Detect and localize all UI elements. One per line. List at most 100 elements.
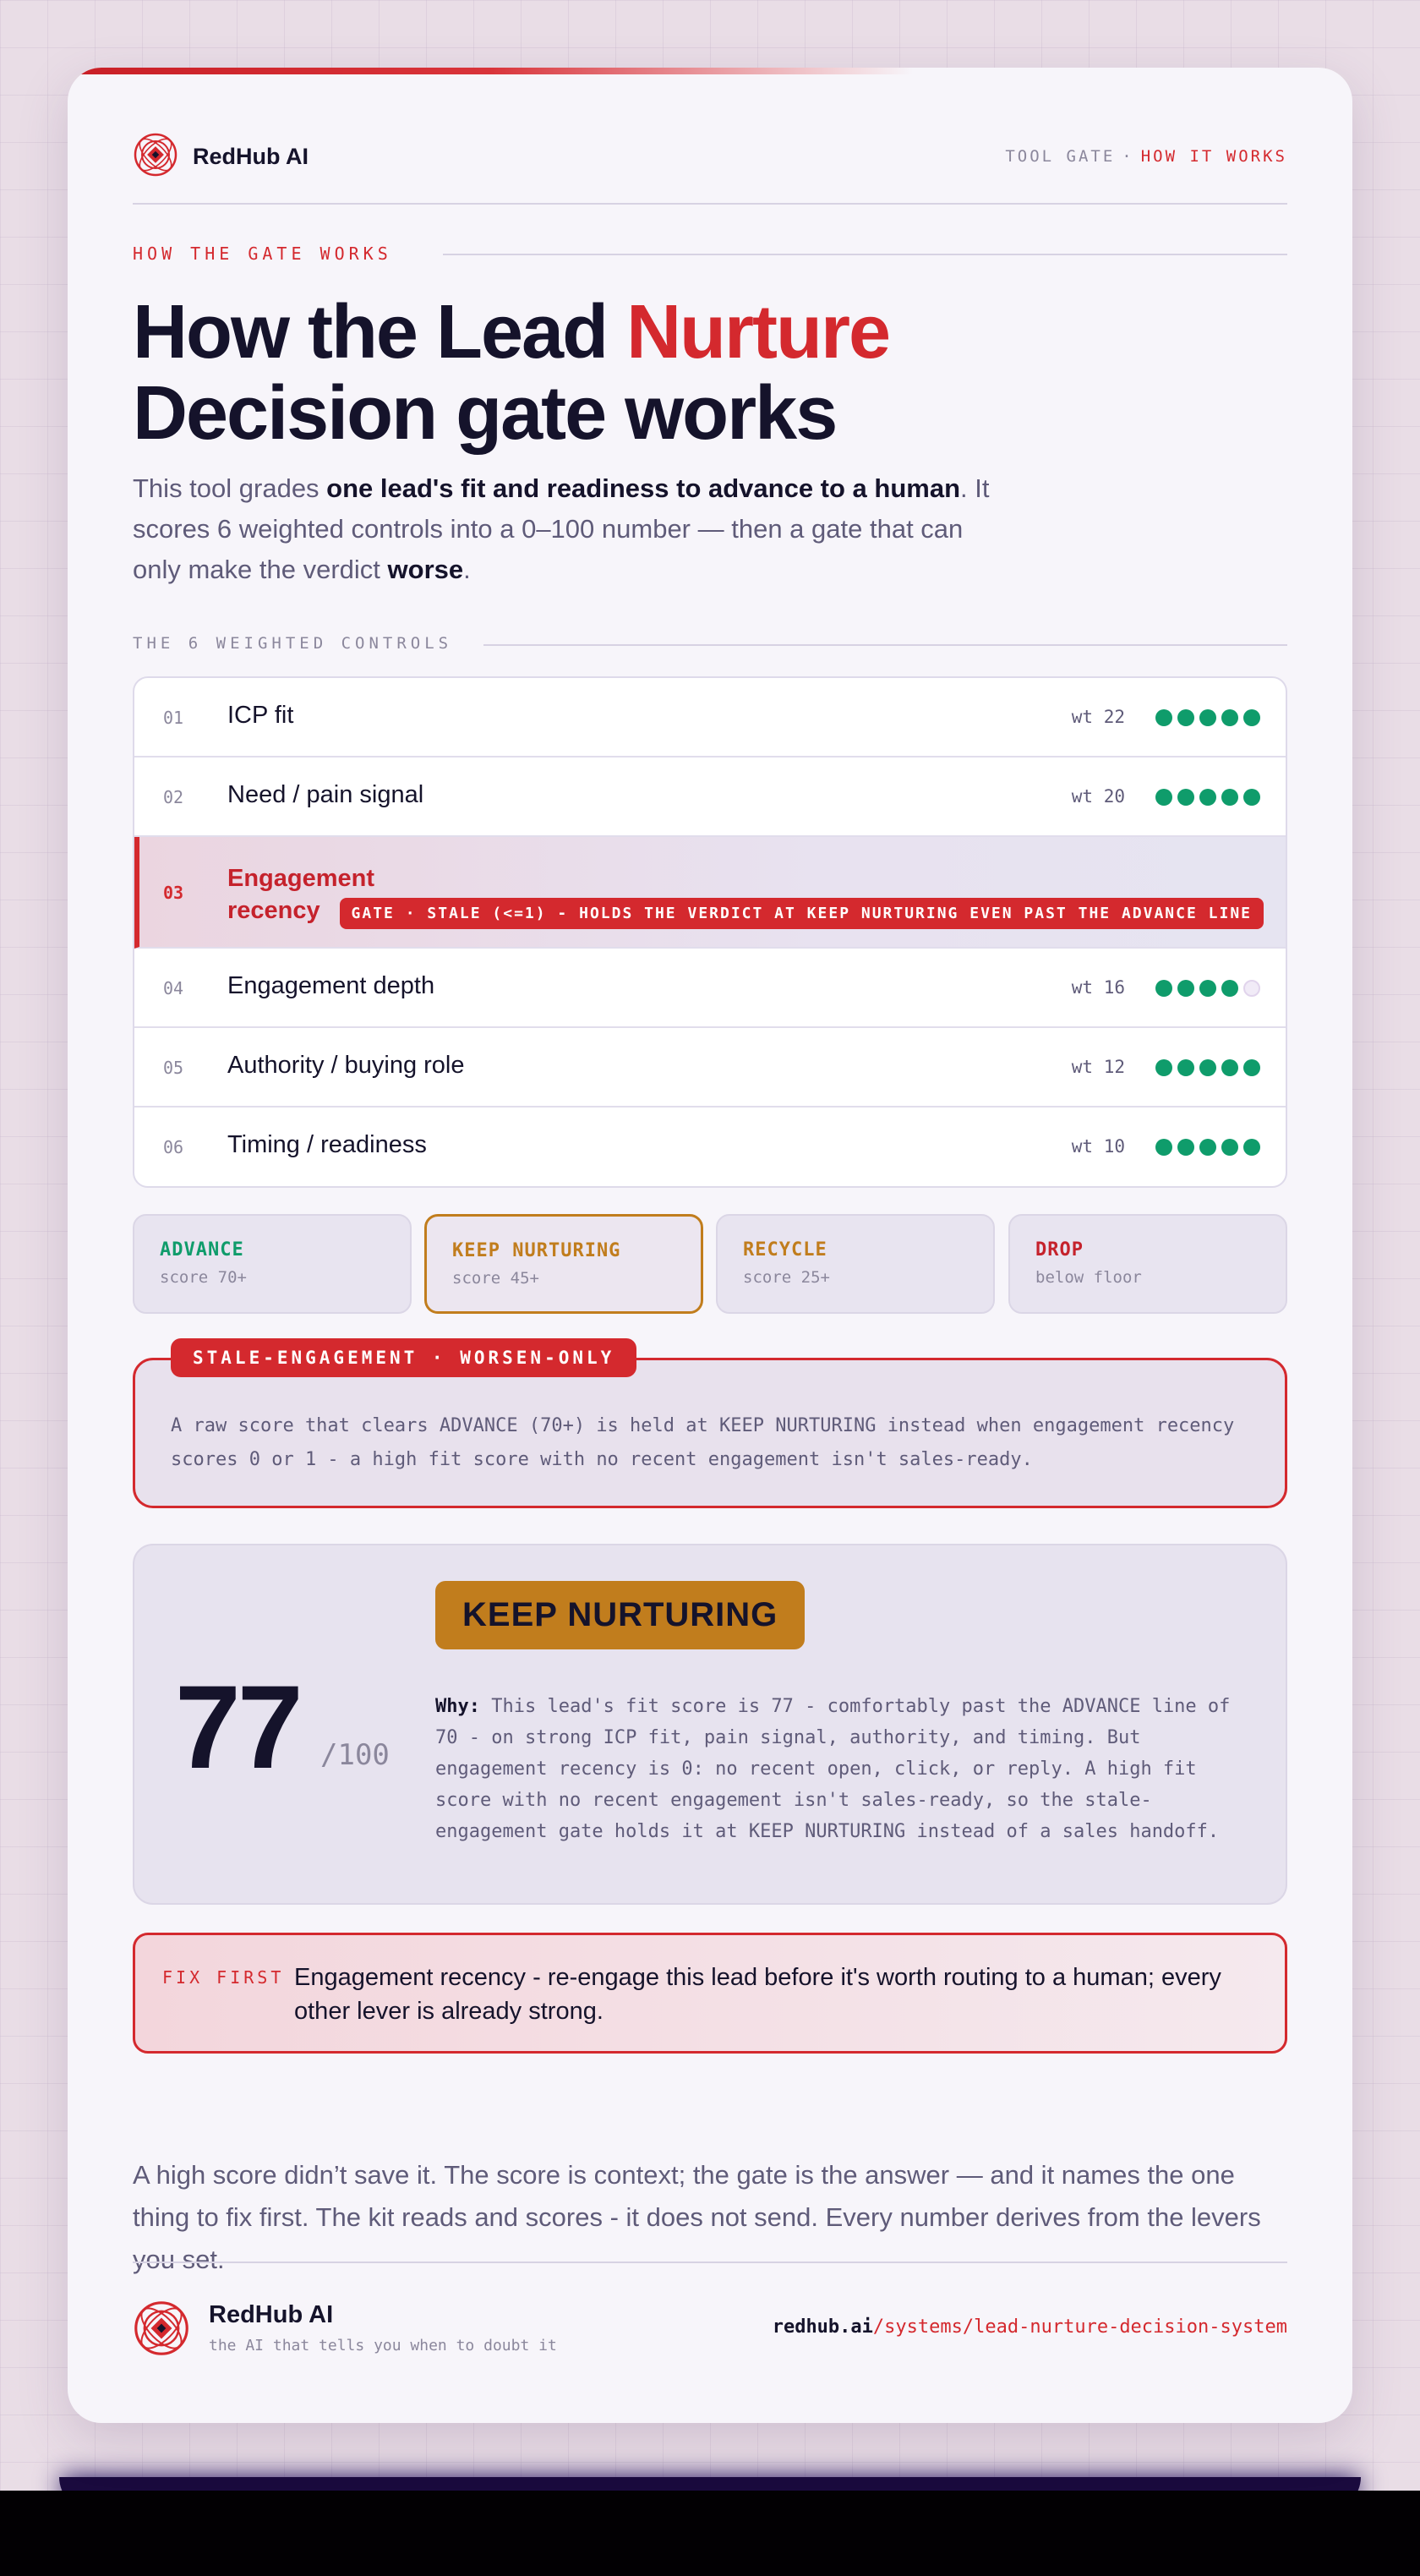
footer-tagline: the AI that tells you when to doubt it [209,2337,557,2354]
title-line2: Decision gate works [133,371,838,456]
control-weight: wt 20 [1071,786,1125,807]
verdict-explanation: Why: This lead's fit score is 77 - comfo… [435,1691,1255,1847]
rating-dot-filled [1177,709,1194,726]
control-name-line1: Engagement [227,865,375,892]
control-number: 02 [163,787,184,807]
rating-dot-empty [1243,980,1260,997]
control-row-gate[interactable]: 03 Engagement recency GATE · STALE (<=1) … [134,837,1286,949]
control-rating [1155,1059,1260,1076]
why-text: This lead's fit score is 77 - comfortabl… [435,1696,1231,1842]
stale-engagement-callout: STALE-ENGAGEMENT · WORSEN-ONLY A raw sco… [133,1338,1287,1508]
controls-list: 01 ICP fit wt 22 02 Need / pain signal w… [133,676,1287,1188]
verdict-threshold: below floor [1035,1268,1142,1287]
verdict-label: RECYCLE [743,1239,827,1261]
verdict-label: KEEP NURTURING [452,1240,621,1261]
control-number: 06 [163,1137,184,1157]
lede-bold-2: worse [387,555,464,584]
verdict-tile-recycle[interactable]: RECYCLE score 25+ [716,1214,995,1314]
verdict-badge: KEEP NURTURING [435,1581,806,1649]
control-row[interactable]: 04 Engagement depth wt 16 [134,949,1286,1028]
verdict-tile-drop[interactable]: DROP below floor [1008,1214,1287,1314]
footer-url-domain: redhub.ai [772,2316,873,2338]
rating-dot-filled [1199,1059,1216,1076]
score-value: 77 [175,1660,303,1793]
eyebrow-label: HOW THE GATE WORKS [133,243,392,264]
footer-brand-name: RedHub AI [209,2301,334,2328]
rating-dot-filled [1177,789,1194,806]
header: RedHub AI TOOL GATE · HOW IT WORKS [133,132,1287,183]
rating-dot-filled [1199,789,1216,806]
footer-divider [133,2262,1287,2263]
why-label: Why: [435,1696,480,1717]
control-rating [1155,789,1260,806]
eyebrow-divider [443,254,1287,255]
rating-dot-filled [1243,789,1260,806]
verdict-tile-keep-nurturing[interactable]: KEEP NURTURING score 45+ [424,1214,703,1314]
brand-name[interactable]: RedHub AI [193,144,309,170]
header-divider [133,203,1287,205]
rating-dot-filled [1243,1059,1260,1076]
rating-dot-filled [1199,709,1216,726]
verdict-label: ADVANCE [160,1239,244,1261]
lede-text-3: . [463,555,471,584]
rating-dot-filled [1177,1059,1194,1076]
breadcrumb-section[interactable]: TOOL GATE [1005,147,1115,166]
footer-url-link[interactable]: redhub.ai/systems/lead-nurture-decision-… [773,2316,1287,2338]
main-card: RedHub AI TOOL GATE · HOW IT WORKS HOW THE… [68,68,1352,2423]
redhub-logo-icon[interactable] [133,132,178,178]
lede-bold-1: one lead's fit and readiness to advance … [326,473,961,503]
verdict-tiles: ADVANCE score 70+ KEEP NURTURING score 4… [133,1214,1287,1314]
rating-dot-filled [1221,1139,1238,1156]
title-line1: How the Lead [133,290,627,375]
rating-dot-filled [1221,789,1238,806]
control-rating [1155,980,1260,997]
control-name: Need / pain signal [227,781,424,808]
control-row[interactable]: 05 Authority / buying role wt 12 [134,1028,1286,1108]
control-name: Authority / buying role [227,1052,465,1079]
footer-logo-icon[interactable] [133,2300,190,2357]
controls-section-divider [483,644,1287,646]
control-number: 01 [163,708,184,728]
breadcrumb-current: HOW IT WORKS [1140,147,1287,166]
stale-engagement-text: A raw score that clears ADVANCE (70+) is… [171,1415,1235,1470]
rating-dot-filled [1177,980,1194,997]
verdict-threshold: score 45+ [452,1269,539,1288]
control-rating [1155,709,1260,726]
control-name-line2: recency [227,897,320,924]
page-title: How the Lead Nurture Decision gate works [133,290,891,456]
controls-section-label: THE 6 WEIGHTED CONTROLS [133,634,453,653]
rating-dot-filled [1155,789,1172,806]
title-highlight: Nurture [626,290,891,375]
footer-url-path: /systems/lead-nurture-decision-system [872,2316,1287,2338]
rating-dot-filled [1199,1139,1216,1156]
control-row[interactable]: 06 Timing / readiness wt 10 [134,1108,1286,1186]
rating-dot-filled [1155,1059,1172,1076]
verdict-threshold: score 25+ [743,1268,830,1287]
control-row[interactable]: 02 Need / pain signal wt 20 [134,757,1286,837]
rating-dot-filled [1155,709,1172,726]
result-panel: 77 /100 KEEP NURTURING Why: This lead's … [133,1544,1287,1905]
lede-text-1: This tool grades [133,473,327,503]
control-weight: wt 16 [1071,977,1125,998]
rating-dot-filled [1155,1139,1172,1156]
page-bottom-bar [0,2491,1420,2576]
score-denominator: /100 [320,1738,390,1772]
stale-engagement-tag: STALE-ENGAGEMENT · WORSEN-ONLY [171,1338,637,1377]
control-weight: wt 22 [1071,707,1125,727]
control-number: 04 [163,978,184,998]
control-row[interactable]: 01 ICP fit wt 22 [134,678,1286,757]
fix-first-text: Engagement recency - re-engage this lead… [294,1964,1221,2025]
control-number: 03 [163,883,184,903]
rating-dot-filled [1221,709,1238,726]
rating-dot-filled [1221,980,1238,997]
fix-first-callout: FIX FIRST Engagement recency - re-engage… [133,1933,1287,2054]
control-weight: wt 12 [1071,1057,1125,1077]
control-name: ICP fit [227,702,294,729]
verdict-tile-advance[interactable]: ADVANCE score 70+ [133,1214,412,1314]
control-name: Engagement depth [227,972,435,999]
rating-dot-filled [1243,1139,1260,1156]
control-name: Timing / readiness [227,1131,427,1158]
verdict-label: DROP [1035,1239,1084,1261]
rating-dot-filled [1199,980,1216,997]
breadcrumb-separator: · [1122,147,1134,166]
